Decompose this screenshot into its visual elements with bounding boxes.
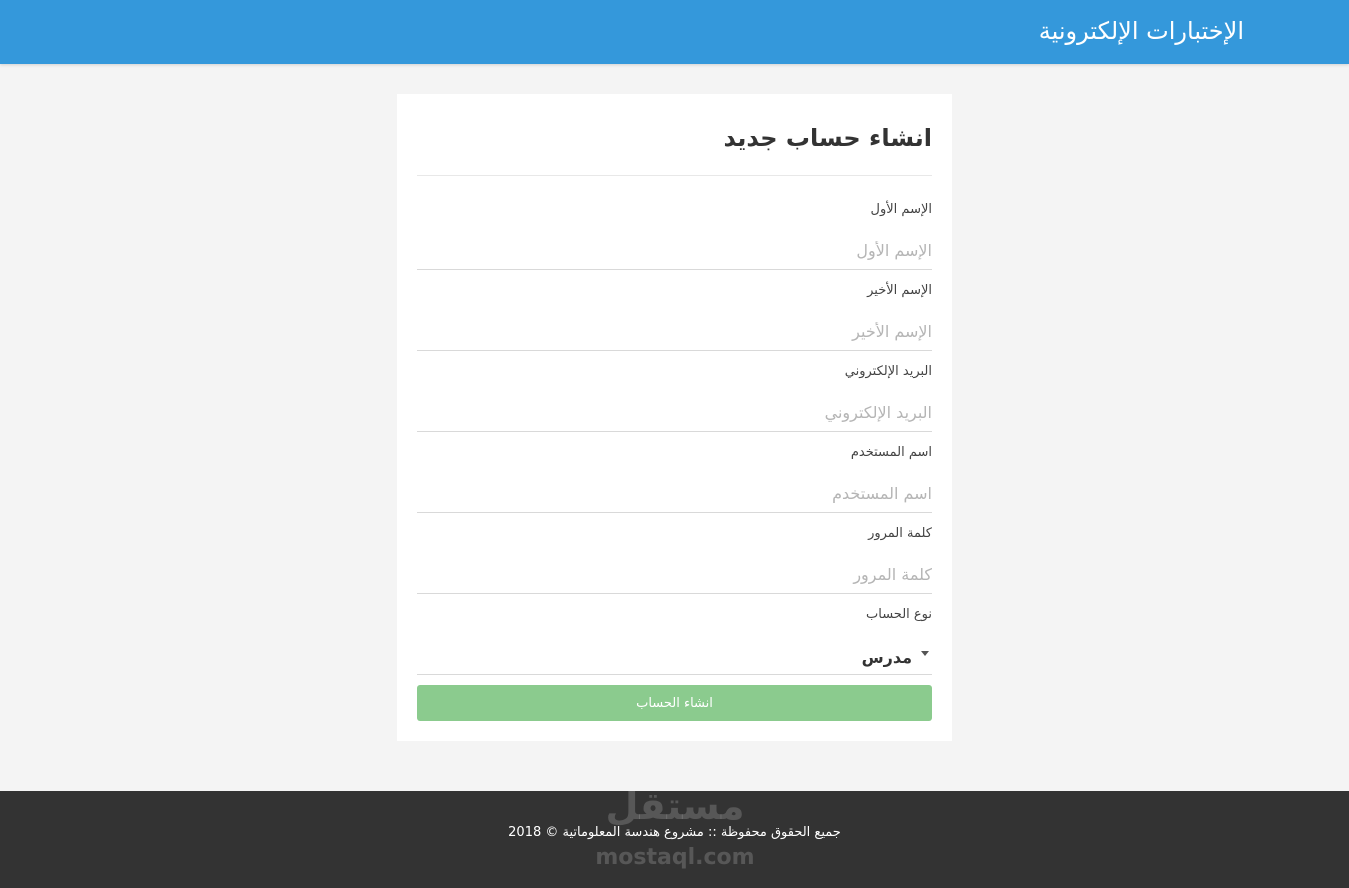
- password-group: كلمة المرور: [417, 524, 932, 605]
- caret-down-icon: [921, 651, 929, 656]
- email-group: البريد الإلكتروني: [417, 362, 932, 443]
- top-navbar: الإختبارات الإلكترونية: [0, 0, 1349, 64]
- username-group: اسم المستخدم: [417, 443, 932, 524]
- create-account-button[interactable]: انشاء الحساب: [417, 685, 932, 721]
- account-type-value: مدرس: [861, 648, 912, 667]
- email-label: البريد الإلكتروني: [844, 364, 932, 379]
- account-type-select[interactable]: مدرس: [417, 637, 932, 675]
- username-label: اسم المستخدم: [850, 445, 932, 460]
- watermark-latin: mostaql.com: [595, 845, 754, 870]
- username-input[interactable]: [417, 475, 932, 513]
- title-divider: [417, 175, 932, 176]
- account-type-label: نوع الحساب: [866, 607, 932, 622]
- app-brand[interactable]: الإختبارات الإلكترونية: [1039, 14, 1244, 48]
- email-input[interactable]: [417, 394, 932, 432]
- last-name-label: الإسم الأخير: [867, 283, 932, 298]
- first-name-label: الإسم الأول: [870, 202, 932, 217]
- account-type-group: نوع الحساب مدرس: [417, 605, 932, 686]
- signup-card: انشاء حساب جديد الإسم الأول الإسم الأخير…: [397, 94, 952, 741]
- last-name-group: الإسم الأخير: [417, 281, 932, 362]
- password-input[interactable]: [417, 556, 932, 594]
- page-footer: مستقل mostaql.com جميع الحقوق محفوظة :: …: [0, 791, 1349, 888]
- last-name-input[interactable]: [417, 313, 932, 351]
- form-title: انشاء حساب جديد: [723, 124, 932, 152]
- copyright-text: جميع الحقوق محفوظة :: مشروع هندسة المعلو…: [508, 825, 841, 840]
- first-name-input[interactable]: [417, 232, 932, 270]
- password-label: كلمة المرور: [868, 526, 932, 541]
- first-name-group: الإسم الأول: [417, 200, 932, 281]
